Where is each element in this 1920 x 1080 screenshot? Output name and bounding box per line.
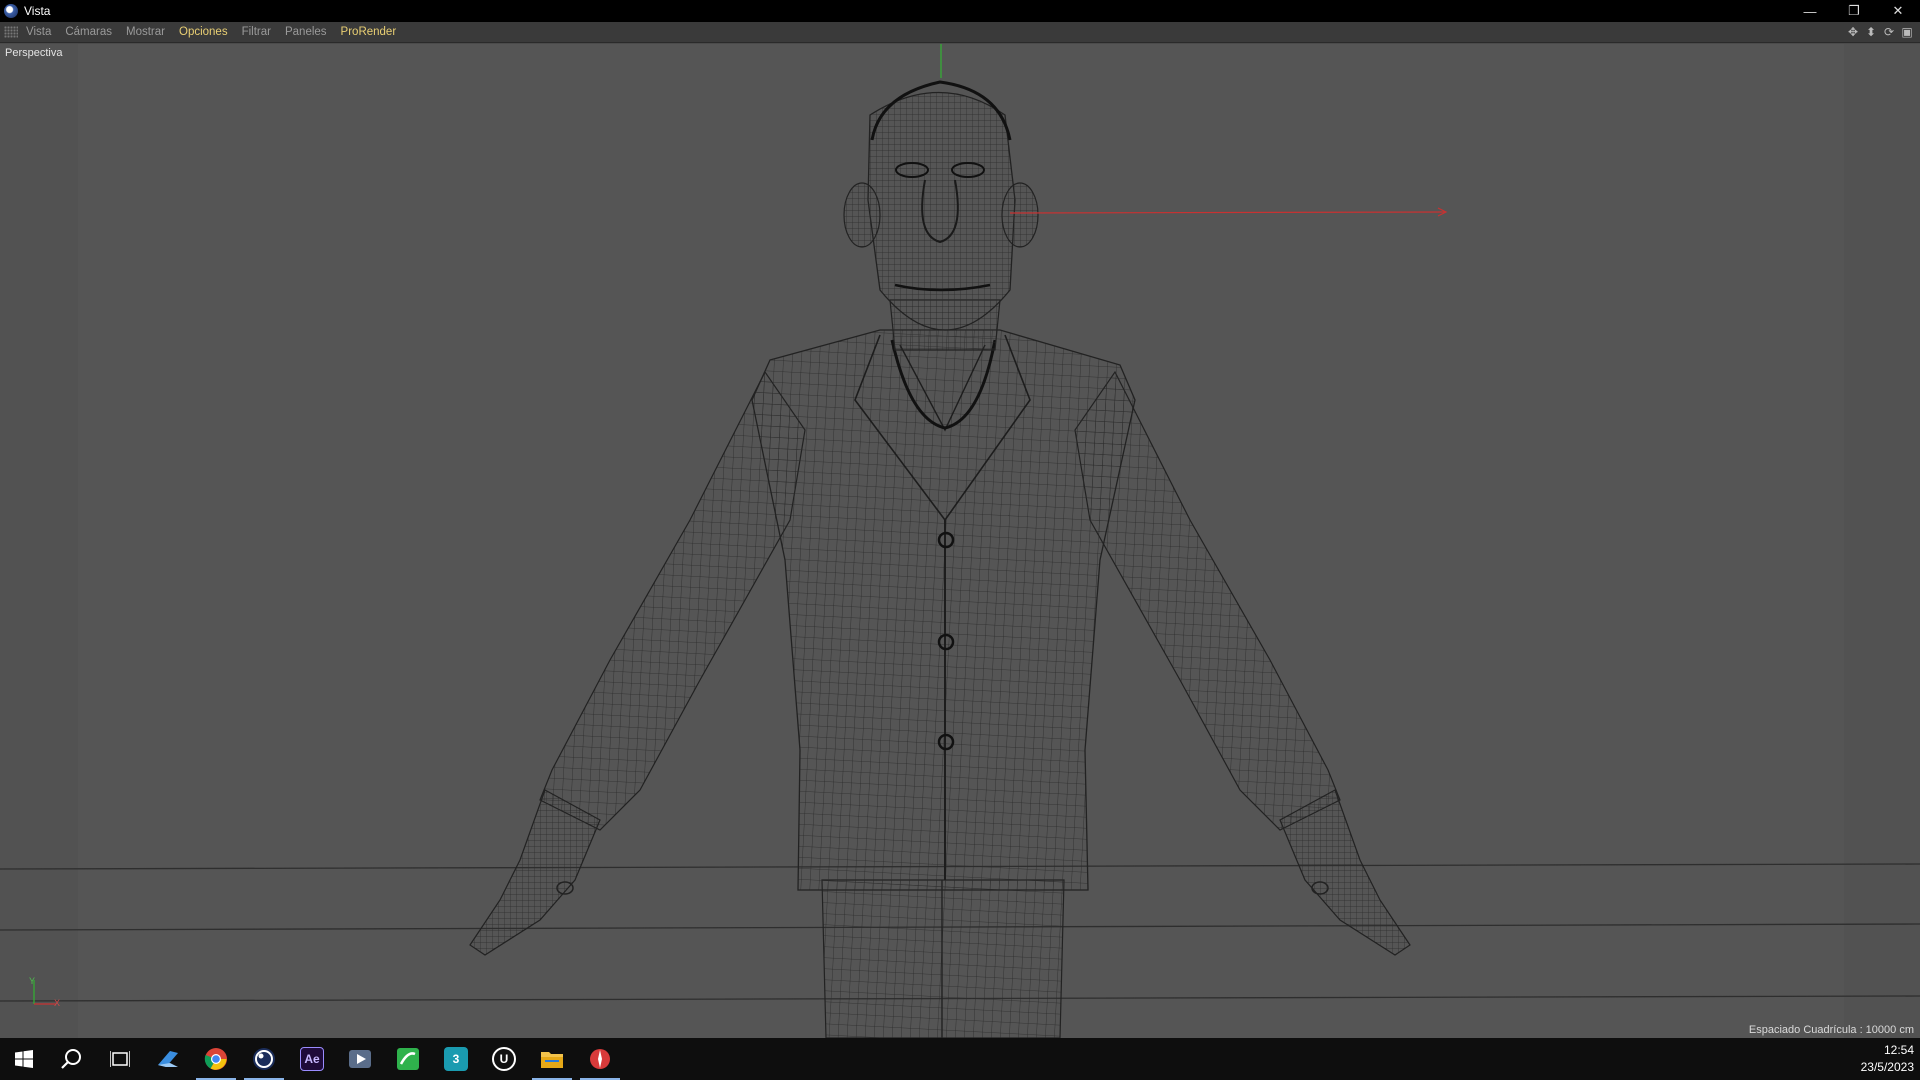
menu-vista[interactable]: Vista xyxy=(26,26,51,38)
task-view-icon[interactable] xyxy=(96,1038,144,1080)
axis-y-label: Y xyxy=(29,976,36,986)
fusion-app-icon[interactable] xyxy=(144,1038,192,1080)
view-navigation-tools: ✥ ⬍ ⟳ ▣ xyxy=(1846,25,1914,39)
menu-camaras[interactable]: Cámaras xyxy=(65,26,112,38)
cinema4d-app-icon xyxy=(4,4,18,18)
chrome-icon[interactable] xyxy=(192,1038,240,1080)
toggle-view-icon[interactable]: ▣ xyxy=(1900,25,1914,39)
rotate-view-icon[interactable]: ⟳ xyxy=(1882,25,1896,39)
file-explorer-icon[interactable] xyxy=(528,1038,576,1080)
title-bar: Vista — ❐ ✕ xyxy=(0,0,1920,22)
after-effects-icon[interactable]: Ae xyxy=(288,1038,336,1080)
drag-grip-icon[interactable] xyxy=(4,26,18,38)
cinema4d-icon[interactable] xyxy=(240,1038,288,1080)
clock-time: 12:54 xyxy=(1883,1043,1914,1057)
search-icon[interactable] xyxy=(48,1038,96,1080)
minimize-button[interactable]: — xyxy=(1788,0,1832,22)
close-button[interactable]: ✕ xyxy=(1876,0,1920,22)
restore-button[interactable]: ❐ xyxy=(1832,0,1876,22)
windows-start-icon[interactable] xyxy=(0,1038,48,1080)
unreal-engine-icon[interactable]: U xyxy=(480,1038,528,1080)
system-clock[interactable]: 12:54 23/5/2023 xyxy=(1861,1042,1914,1076)
window-title: Vista xyxy=(24,4,51,18)
menu-opciones[interactable]: Opciones xyxy=(179,26,228,38)
3dsmax-icon[interactable]: 3 xyxy=(432,1038,480,1080)
3d-viewport[interactable]: Perspectiva Y X Espaciado Cuadrícula : 1… xyxy=(0,44,1920,1038)
grid-spacing-info: Espaciado Cuadrícula : 10000 cm xyxy=(1748,1024,1914,1036)
windows-taskbar: Ae 3 U 12:54 23/5/2023 xyxy=(0,1038,1920,1080)
menu-prorender[interactable]: ProRender xyxy=(341,26,397,38)
clock-date: 23/5/2023 xyxy=(1860,1060,1914,1074)
axis-x-label: X xyxy=(54,998,61,1008)
menu-mostrar[interactable]: Mostrar xyxy=(126,26,165,38)
move-view-icon[interactable]: ✥ xyxy=(1846,25,1860,39)
menu-filtrar[interactable]: Filtrar xyxy=(242,26,271,38)
green-app-icon[interactable] xyxy=(384,1038,432,1080)
dolly-view-icon[interactable]: ⬍ xyxy=(1864,25,1878,39)
viewport-label: Perspectiva xyxy=(5,47,63,59)
wireframe-scene xyxy=(0,44,1920,1038)
paint-app-icon[interactable] xyxy=(576,1038,624,1080)
viewport-menu-bar: Vista Cámaras Mostrar Opciones Filtrar P… xyxy=(0,22,1920,43)
menu-paneles[interactable]: Paneles xyxy=(285,26,327,38)
media-player-icon[interactable] xyxy=(336,1038,384,1080)
